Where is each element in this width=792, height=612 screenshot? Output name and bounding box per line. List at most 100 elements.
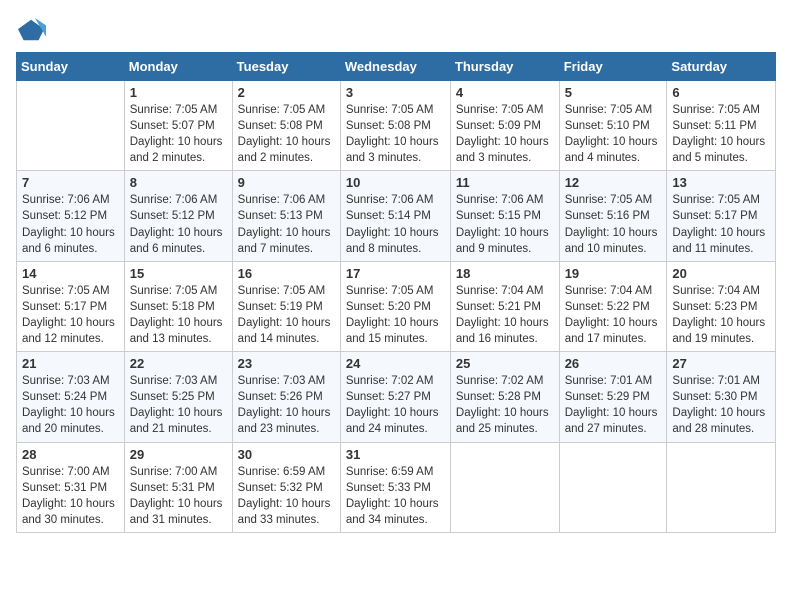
calendar-cell — [559, 442, 667, 532]
calendar-table: SundayMondayTuesdayWednesdayThursdayFrid… — [16, 52, 776, 533]
calendar-cell: 27 Sunrise: 7:01 AMSunset: 5:30 PMDayligh… — [667, 352, 776, 442]
day-number: 23 — [238, 356, 335, 371]
day-number: 9 — [238, 175, 335, 190]
calendar-cell: 11Sunrise: 7:06 AMSunset: 5:15 PMDayligh… — [450, 171, 559, 261]
day-info: Sunrise: 7:05 AMSunset: 5:10 PMDaylight:… — [565, 102, 662, 166]
calendar-cell: 1 Sunrise: 7:05 AMSunset: 5:07 PMDaylight… — [124, 81, 232, 171]
page-header — [16, 16, 776, 44]
day-number: 27 — [672, 356, 770, 371]
day-info: Sunrise: 7:05 AMSunset: 5:08 PMDaylight:… — [346, 102, 445, 166]
day-info: Sunrise: 7:04 AMSunset: 5:23 PMDaylight:… — [672, 283, 770, 347]
day-number: 28 — [22, 447, 119, 462]
calendar-cell: 29 Sunrise: 7:00 AMSunset: 5:31 PMDayligh… — [124, 442, 232, 532]
day-info: Sunrise: 7:01 AMSunset: 5:29 PMDaylight:… — [565, 373, 662, 437]
day-info: Sunrise: 7:04 AMSunset: 5:21 PMDaylight:… — [456, 283, 554, 347]
day-info: Sunrise: 7:04 AMSunset: 5:22 PMDaylight:… — [565, 283, 662, 347]
calendar-cell: 9 Sunrise: 7:06 AMSunset: 5:13 PMDaylight… — [232, 171, 340, 261]
day-number: 17 — [346, 266, 445, 281]
calendar-cell: 25 Sunrise: 7:02 AMSunset: 5:28 PMDayligh… — [450, 352, 559, 442]
day-info: Sunrise: 7:05 AMSunset: 5:17 PMDaylight:… — [22, 283, 119, 347]
day-number: 2 — [238, 85, 335, 100]
day-number: 19 — [565, 266, 662, 281]
day-number: 16 — [238, 266, 335, 281]
day-number: 1 — [130, 85, 227, 100]
day-info: Sunrise: 7:05 AMSunset: 5:18 PMDaylight:… — [130, 283, 227, 347]
calendar-cell: 5 Sunrise: 7:05 AMSunset: 5:10 PMDaylight… — [559, 81, 667, 171]
day-number: 18 — [456, 266, 554, 281]
day-info: Sunrise: 7:05 AMSunset: 5:09 PMDaylight:… — [456, 102, 554, 166]
calendar-cell: 15 Sunrise: 7:05 AMSunset: 5:18 PMDayligh… — [124, 261, 232, 351]
calendar-cell: 23Sunrise: 7:03 AMSunset: 5:26 PMDayligh… — [232, 352, 340, 442]
day-info: Sunrise: 7:05 AMSunset: 5:17 PMDaylight:… — [672, 192, 770, 256]
weekday-header-tuesday: Tuesday — [232, 53, 340, 81]
calendar-cell: 22 Sunrise: 7:03 AMSunset: 5:25 PMDayligh… — [124, 352, 232, 442]
calendar-cell: 26 Sunrise: 7:01 AMSunset: 5:29 PMDayligh… — [559, 352, 667, 442]
weekday-header-monday: Monday — [124, 53, 232, 81]
day-number: 21 — [22, 356, 119, 371]
day-info: Sunrise: 7:06 AMSunset: 5:13 PMDaylight:… — [238, 192, 335, 256]
day-number: 25 — [456, 356, 554, 371]
weekday-header-saturday: Saturday — [667, 53, 776, 81]
weekday-header-thursday: Thursday — [450, 53, 559, 81]
calendar-cell: 7Sunrise: 7:06 AMSunset: 5:12 PMDaylight… — [17, 171, 125, 261]
day-info: Sunrise: 7:06 AMSunset: 5:14 PMDaylight:… — [346, 192, 445, 256]
calendar-cell: 6 Sunrise: 7:05 AMSunset: 5:11 PMDaylight… — [667, 81, 776, 171]
day-number: 26 — [565, 356, 662, 371]
day-info: Sunrise: 7:05 AMSunset: 5:20 PMDaylight:… — [346, 283, 445, 347]
day-info: Sunrise: 7:00 AMSunset: 5:31 PMDaylight:… — [130, 464, 227, 528]
calendar-cell — [667, 442, 776, 532]
calendar-cell: 18 Sunrise: 7:04 AMSunset: 5:21 PMDayligh… — [450, 261, 559, 351]
calendar-cell: 20 Sunrise: 7:04 AMSunset: 5:23 PMDayligh… — [667, 261, 776, 351]
day-number: 6 — [672, 85, 770, 100]
calendar-cell: 13 Sunrise: 7:05 AMSunset: 5:17 PMDayligh… — [667, 171, 776, 261]
day-number: 10 — [346, 175, 445, 190]
day-info: Sunrise: 7:02 AMSunset: 5:27 PMDaylight:… — [346, 373, 445, 437]
calendar-cell: 28 Sunrise: 7:00 AMSunset: 5:31 PMDayligh… — [17, 442, 125, 532]
calendar-cell: 30 Sunrise: 6:59 AMSunset: 5:32 PMDayligh… — [232, 442, 340, 532]
weekday-header-friday: Friday — [559, 53, 667, 81]
weekday-header-sunday: Sunday — [17, 53, 125, 81]
day-info: Sunrise: 6:59 AMSunset: 5:32 PMDaylight:… — [238, 464, 335, 528]
calendar-cell — [450, 442, 559, 532]
calendar-cell: 16 Sunrise: 7:05 AMSunset: 5:19 PMDayligh… — [232, 261, 340, 351]
day-info: Sunrise: 7:06 AMSunset: 5:12 PMDaylight:… — [130, 192, 227, 256]
day-info: Sunrise: 7:05 AMSunset: 5:11 PMDaylight:… — [672, 102, 770, 166]
day-number: 30 — [238, 447, 335, 462]
day-number: 4 — [456, 85, 554, 100]
day-info: Sunrise: 7:06 AMSunset: 5:12 PMDaylight:… — [22, 192, 119, 256]
day-info: Sunrise: 7:05 AMSunset: 5:07 PMDaylight:… — [130, 102, 227, 166]
day-number: 5 — [565, 85, 662, 100]
calendar-cell: 14 Sunrise: 7:05 AMSunset: 5:17 PMDayligh… — [17, 261, 125, 351]
weekday-header-wednesday: Wednesday — [340, 53, 450, 81]
day-number: 24 — [346, 356, 445, 371]
calendar-cell: 10 Sunrise: 7:06 AMSunset: 5:14 PMDayligh… — [340, 171, 450, 261]
calendar-cell: 3 Sunrise: 7:05 AMSunset: 5:08 PMDaylight… — [340, 81, 450, 171]
logo-icon — [18, 16, 46, 44]
calendar-cell: 2Sunrise: 7:05 AMSunset: 5:08 PMDaylight… — [232, 81, 340, 171]
day-number: 29 — [130, 447, 227, 462]
day-number: 31 — [346, 447, 445, 462]
calendar-cell: 12 Sunrise: 7:05 AMSunset: 5:16 PMDayligh… — [559, 171, 667, 261]
calendar-cell — [17, 81, 125, 171]
day-number: 15 — [130, 266, 227, 281]
day-number: 20 — [672, 266, 770, 281]
calendar-cell: 19 Sunrise: 7:04 AMSunset: 5:22 PMDayligh… — [559, 261, 667, 351]
day-info: Sunrise: 7:03 AMSunset: 5:25 PMDaylight:… — [130, 373, 227, 437]
calendar-cell: 8 Sunrise: 7:06 AMSunset: 5:12 PMDaylight… — [124, 171, 232, 261]
day-number: 3 — [346, 85, 445, 100]
calendar-cell: 21Sunrise: 7:03 AMSunset: 5:24 PMDayligh… — [17, 352, 125, 442]
day-info: Sunrise: 7:06 AMSunset: 5:15 PMDaylight:… — [456, 192, 554, 256]
day-info: Sunrise: 6:59 AMSunset: 5:33 PMDaylight:… — [346, 464, 445, 528]
day-number: 14 — [22, 266, 119, 281]
day-info: Sunrise: 7:00 AMSunset: 5:31 PMDaylight:… — [22, 464, 119, 528]
day-info: Sunrise: 7:02 AMSunset: 5:28 PMDaylight:… — [456, 373, 554, 437]
calendar-cell: 17 Sunrise: 7:05 AMSunset: 5:20 PMDayligh… — [340, 261, 450, 351]
day-number: 8 — [130, 175, 227, 190]
day-info: Sunrise: 7:05 AMSunset: 5:16 PMDaylight:… — [565, 192, 662, 256]
day-number: 12 — [565, 175, 662, 190]
day-info: Sunrise: 7:05 AMSunset: 5:19 PMDaylight:… — [238, 283, 335, 347]
day-number: 22 — [130, 356, 227, 371]
day-number: 13 — [672, 175, 770, 190]
day-info: Sunrise: 7:01 AMSunset: 5:30 PMDaylight:… — [672, 373, 770, 437]
calendar-cell: 31 Sunrise: 6:59 AMSunset: 5:33 PMDayligh… — [340, 442, 450, 532]
